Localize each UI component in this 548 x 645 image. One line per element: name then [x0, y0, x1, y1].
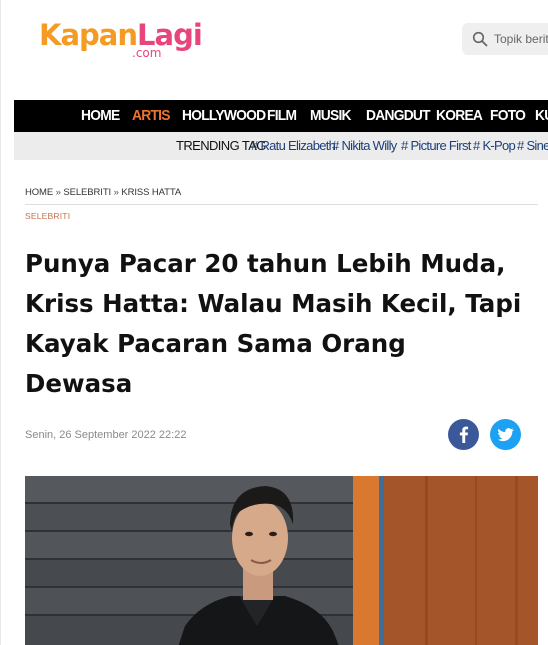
- page: KapanLagi .com HOME ARTIS HOLLYWOOD FILM…: [0, 0, 548, 645]
- facebook-icon: [459, 426, 469, 443]
- trending-tag-nikita-willy[interactable]: # Nikita Willy: [332, 132, 397, 160]
- trending-bar: TRENDING TAG # Ratu Elizabeth # Nikita W…: [14, 132, 548, 160]
- nav-item-foto[interactable]: FOTO: [490, 100, 526, 132]
- facebook-share-button[interactable]: [448, 419, 479, 450]
- search-input[interactable]: [494, 29, 548, 49]
- article-title-line: Kayak Pacaran Sama Orang: [25, 329, 406, 358]
- article-title-line: Dewasa: [25, 369, 133, 398]
- search-box[interactable]: [462, 23, 548, 55]
- twitter-share-button[interactable]: [490, 419, 521, 450]
- nav-item-musik[interactable]: MUSIK: [310, 100, 352, 132]
- article-photo-image: [25, 476, 538, 645]
- breadcrumb-home[interactable]: HOME: [25, 187, 53, 198]
- nav-item-hollywood[interactable]: HOLLYWOOD: [182, 100, 266, 132]
- nav-item-dangdut[interactable]: DANGDUT: [366, 100, 431, 132]
- breadcrumb-selebriti[interactable]: SELEBRITI: [63, 187, 111, 198]
- nav-item-film[interactable]: FILM: [267, 100, 297, 132]
- article-title-line: Punya Pacar 20 tahun Lebih Muda,: [25, 249, 506, 278]
- search-icon[interactable]: [472, 31, 488, 47]
- article-title-line: Kriss Hatta: Walau Masih Kecil, Tapi: [25, 289, 522, 318]
- nav-item-artis[interactable]: ARTIS: [132, 100, 170, 132]
- logo-domain: .com: [132, 46, 162, 60]
- breadcrumb-kriss-hatta[interactable]: KRISS HATTA: [121, 187, 181, 198]
- article-photo: [25, 476, 538, 645]
- logo-wordmark: KapanLagi: [39, 18, 203, 52]
- nav-item-korea[interactable]: KOREA: [436, 100, 483, 132]
- trending-tag-k-pop[interactable]: # K-Pop: [473, 132, 516, 160]
- article-category[interactable]: SELEBRITI: [25, 211, 70, 221]
- breadcrumb-separator: »: [113, 187, 119, 198]
- nav-item-home[interactable]: HOME: [81, 100, 120, 132]
- breadcrumb-divider: [25, 204, 538, 205]
- trending-tag-ratu-elizabeth[interactable]: # Ratu Elizabeth: [251, 132, 336, 160]
- trending-tag-picture-first[interactable]: # Picture First: [401, 132, 471, 160]
- article-title: Punya Pacar 20 tahun Lebih Muda, Kriss H…: [25, 244, 545, 404]
- breadcrumb-separator: »: [55, 187, 61, 198]
- site-logo[interactable]: KapanLagi .com: [39, 18, 203, 66]
- publish-date: Senin, 26 September 2022 22:22: [25, 429, 187, 441]
- main-nav: HOME ARTIS HOLLYWOOD FILM MUSIK DANGDUT …: [14, 100, 548, 132]
- logo-part-kapan: Kapan: [39, 18, 138, 52]
- trending-tag-sinetron[interactable]: # Sinet: [517, 132, 548, 160]
- breadcrumb: HOME » SELEBRITI » KRISS HATTA: [25, 187, 181, 198]
- nav-item-more[interactable]: KU: [535, 100, 548, 132]
- twitter-icon: [498, 428, 514, 442]
